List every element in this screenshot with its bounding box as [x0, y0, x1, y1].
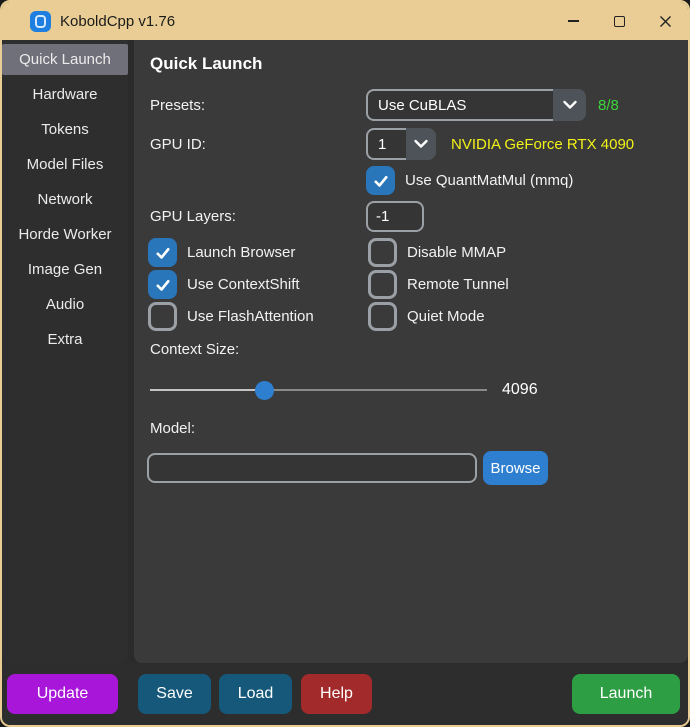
quantmatmul-checkbox[interactable]	[366, 166, 395, 195]
chevron-down-icon	[414, 139, 428, 148]
options-grid: Launch Browser Disable MMAP Use ContextS…	[148, 238, 672, 331]
footer-bar: Update Save Load Help Launch	[2, 663, 688, 725]
close-button[interactable]	[642, 2, 688, 40]
browse-button[interactable]: Browse	[483, 451, 548, 485]
launch-browser-checkbox[interactable]	[148, 238, 177, 267]
save-button[interactable]: Save	[138, 674, 211, 714]
quiet-mode-checkbox[interactable]	[368, 302, 397, 331]
minimize-button[interactable]	[550, 2, 596, 40]
sidebar: Quick Launch Hardware Tokens Model Files…	[2, 40, 128, 663]
disable-mmap-checkbox[interactable]	[368, 238, 397, 267]
sidebar-item-image-gen[interactable]: Image Gen	[2, 254, 128, 285]
presets-value: Use CuBLAS	[366, 89, 553, 121]
sidebar-item-audio[interactable]: Audio	[2, 289, 128, 320]
slider-thumb[interactable]	[254, 381, 274, 400]
context-size-slider[interactable]	[150, 380, 487, 400]
maximize-icon	[613, 15, 625, 27]
minimize-icon	[567, 20, 579, 22]
quick-launch-panel: Quick Launch Presets: Use CuBLAS 8/8 GPU…	[134, 40, 688, 663]
flashattention-checkbox[interactable]	[148, 302, 177, 331]
sidebar-item-horde-worker[interactable]: Horde Worker	[2, 219, 128, 250]
gpu-id-dropdown[interactable]: 1	[366, 128, 436, 160]
model-label: Model:	[150, 420, 196, 437]
launch-browser-label: Launch Browser	[187, 244, 296, 261]
gpu-id-label: GPU ID:	[150, 135, 206, 153]
window-title: KoboldCpp v1.76	[60, 12, 176, 30]
chevron-down-icon	[562, 100, 577, 109]
contextshift-checkbox[interactable]	[148, 270, 177, 299]
app-window: KoboldCpp v1.76 Quick Launch Hardware To…	[0, 0, 690, 727]
window-controls	[550, 2, 688, 40]
slider-track-line	[150, 389, 487, 391]
flashattention-label: Use FlashAttention	[187, 308, 314, 325]
launch-button[interactable]: Launch	[572, 674, 680, 714]
sidebar-item-tokens[interactable]: Tokens	[2, 114, 128, 145]
gpu-layers-input[interactable]	[366, 201, 424, 232]
presets-label: Presets:	[150, 96, 206, 114]
content-area: Quick Launch Hardware Tokens Model Files…	[2, 40, 688, 663]
presets-dropdown[interactable]: Use CuBLAS	[366, 89, 586, 121]
sidebar-item-network[interactable]: Network	[2, 184, 128, 215]
checkmark-icon	[155, 247, 170, 259]
page-title: Quick Launch	[150, 54, 263, 73]
maximize-button[interactable]	[596, 2, 642, 40]
sidebar-item-extra[interactable]: Extra	[2, 324, 128, 355]
context-size-value: 4096	[502, 381, 538, 398]
gpu-id-value: 1	[366, 128, 406, 160]
gpu-layers-label: GPU Layers:	[150, 208, 236, 225]
disable-mmap-label: Disable MMAP	[407, 244, 507, 261]
contextshift-label: Use ContextShift	[187, 276, 300, 293]
presets-dropdown-button[interactable]	[553, 89, 586, 121]
quiet-mode-label: Quiet Mode	[407, 308, 485, 325]
sidebar-item-model-files[interactable]: Model Files	[2, 149, 128, 180]
gpu-device-name: NVIDIA GeForce RTX 4090	[451, 135, 635, 153]
titlebar: KoboldCpp v1.76	[2, 2, 688, 40]
sidebar-item-hardware[interactable]: Hardware	[2, 79, 128, 110]
close-icon	[659, 15, 671, 27]
load-button[interactable]: Load	[219, 674, 292, 714]
gpu-id-dropdown-button[interactable]	[406, 128, 436, 160]
preset-count-badge: 8/8	[598, 96, 619, 114]
model-path-input[interactable]	[147, 453, 477, 483]
sidebar-item-quick-launch[interactable]: Quick Launch	[2, 44, 128, 75]
update-button[interactable]: Update	[7, 674, 118, 714]
quantmatmul-label: Use QuantMatMul (mmq)	[405, 172, 574, 189]
checkmark-icon	[373, 175, 388, 187]
help-button[interactable]: Help	[301, 674, 372, 714]
checkmark-icon	[155, 279, 170, 291]
remote-tunnel-checkbox[interactable]	[368, 270, 397, 299]
remote-tunnel-label: Remote Tunnel	[407, 276, 509, 293]
app-icon	[30, 10, 51, 32]
context-size-label: Context Size:	[150, 341, 240, 358]
